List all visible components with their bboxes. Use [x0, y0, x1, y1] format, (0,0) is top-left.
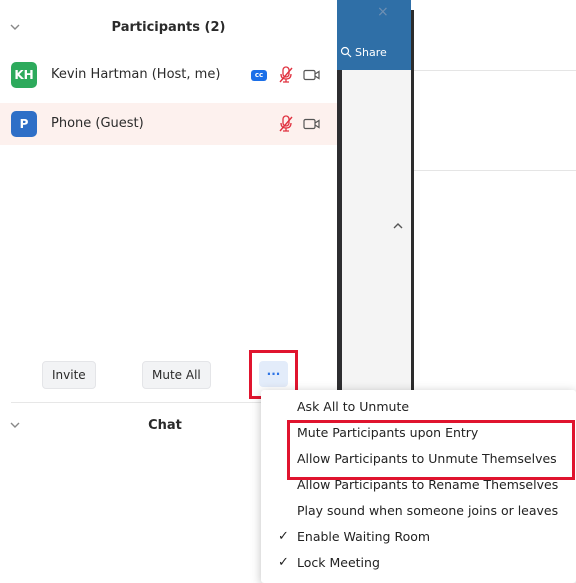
video-off-icon[interactable] [303, 118, 321, 130]
checkmark-icon: ✓ [278, 529, 289, 544]
menu-item-label: Ask All to Unmute [297, 399, 410, 414]
avatar: P [11, 111, 37, 137]
video-off-icon[interactable] [303, 69, 321, 81]
share-toolbar: × Share [337, 0, 411, 70]
menu-item-label: Lock Meeting [297, 555, 380, 570]
menu-item-label: Play sound when someone joins or leaves [297, 503, 559, 518]
mute-all-button[interactable]: Mute All [142, 361, 211, 389]
closed-caption-icon: cc [251, 70, 267, 81]
avatar: KH [11, 62, 37, 88]
participant-row-host[interactable]: KH Kevin Hartman (Host, me) cc [0, 54, 337, 96]
chat-header: Chat [0, 403, 261, 447]
chevron-up-icon[interactable] [392, 220, 404, 232]
participant-row-guest[interactable]: P Phone (Guest) [0, 103, 337, 145]
menu-item-play-sound[interactable]: Play sound when someone joins or leaves [261, 498, 576, 524]
share-button[interactable]: Share [355, 46, 387, 59]
menu-item-enable-waiting-room[interactable]: ✓ Enable Waiting Room [261, 524, 576, 550]
close-icon[interactable]: × [377, 4, 389, 20]
divider [414, 170, 576, 171]
highlight-box-menu-items [287, 420, 575, 480]
more-options-menu: Ask All to Unmute Mute Participants upon… [261, 390, 576, 583]
checkmark-icon: ✓ [278, 555, 289, 570]
divider [414, 70, 576, 71]
menu-item-ask-all-to-unmute[interactable]: Ask All to Unmute [261, 394, 576, 420]
microphone-muted-icon[interactable] [278, 66, 294, 84]
participants-title: Participants (2) [111, 20, 226, 35]
menu-item-label: Enable Waiting Room [297, 529, 431, 544]
invite-button[interactable]: Invite [42, 361, 96, 389]
participants-header: Participants (2) [0, 0, 337, 58]
share-icon[interactable] [340, 46, 353, 60]
microphone-muted-icon[interactable] [278, 115, 294, 133]
menu-item-lock-meeting[interactable]: ✓ Lock Meeting [261, 550, 576, 576]
participant-name: Kevin Hartman (Host, me) [51, 67, 221, 82]
participant-name: Phone (Guest) [51, 116, 144, 131]
